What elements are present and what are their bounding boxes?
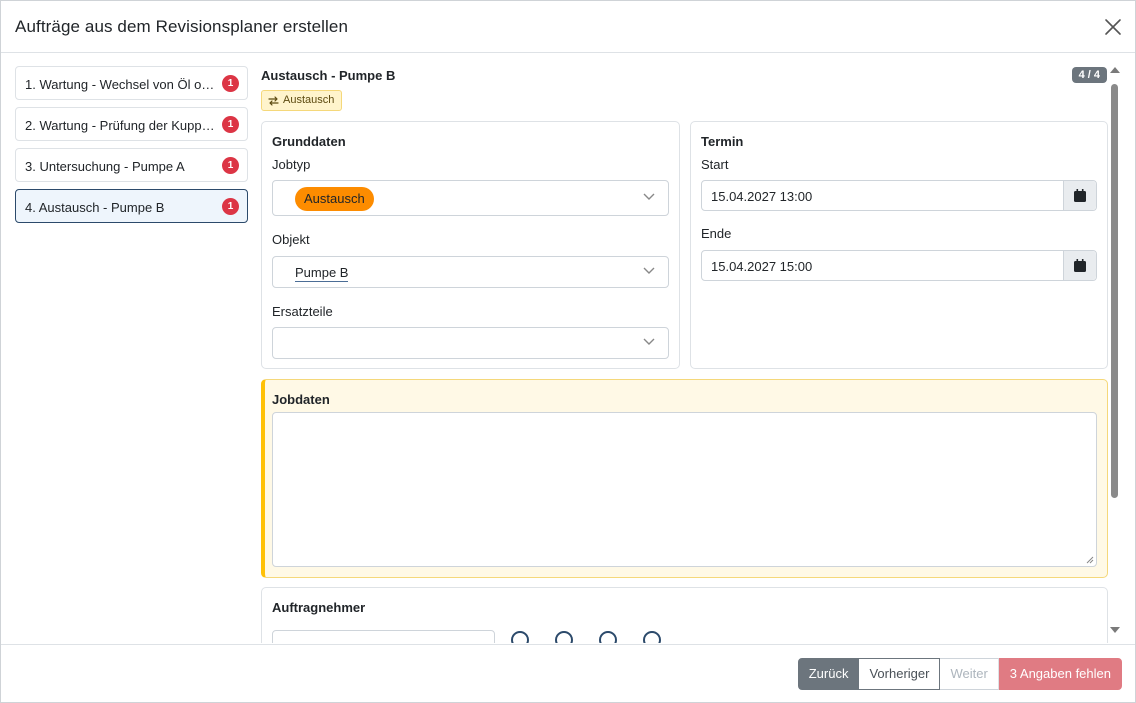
error-count-badge: 1 <box>222 116 239 133</box>
ende-date-input[interactable]: 15.04.2027 15:00 <box>701 250 1097 281</box>
jobtyp-label: Jobtyp <box>272 157 311 172</box>
modal-footer: Zurück Vorheriger Weiter 3 Angaben fehle… <box>1 644 1135 703</box>
avatar[interactable] <box>599 631 617 643</box>
modal-dialog: Aufträge aus dem Revisionsplaner erstell… <box>0 0 1136 703</box>
missing-fields-button[interactable]: 3 Angaben fehlen <box>998 658 1122 690</box>
job-type-badge-label: Austausch <box>283 94 335 106</box>
avatar[interactable] <box>511 631 529 643</box>
auftragnehmer-input[interactable] <box>272 630 495 643</box>
ende-label: Ende <box>701 226 732 241</box>
error-count-badge: 1 <box>222 198 239 215</box>
modal-header: Aufträge aus dem Revisionsplaner erstell… <box>1 1 1135 53</box>
auftragnehmer-card: Auftragnehmer <box>261 587 1108 643</box>
jobtyp-select[interactable]: Austausch <box>272 180 669 216</box>
avatar[interactable] <box>555 631 573 643</box>
job-detail-panel: Austausch - Pumpe B Austausch 4 / 4 Grun… <box>261 61 1121 643</box>
jobtyp-pill: Austausch <box>295 187 374 211</box>
error-count-badge: 1 <box>222 75 239 92</box>
previous-button[interactable]: Vorheriger <box>859 658 941 690</box>
scrollbar[interactable] <box>1109 67 1121 633</box>
sidebar-item-label: 1. Wartung - Wechsel von Öl oder <box>25 77 217 92</box>
swap-arrows-icon <box>268 95 279 106</box>
jobdaten-card: Jobdaten <box>261 379 1108 578</box>
error-count-badge: 1 <box>222 157 239 174</box>
start-date-value: 15.04.2027 13:00 <box>711 189 813 204</box>
job-list-sidebar: 1. Wartung - Wechsel von Öl oder 1 2. Wa… <box>15 66 248 230</box>
scrollbar-thumb[interactable] <box>1111 84 1118 498</box>
grunddaten-card: Grunddaten Jobtyp Austausch Objekt Pumpe… <box>261 121 680 369</box>
back-button[interactable]: Zurück <box>797 658 860 690</box>
termin-card: Termin Start 15.04.2027 13:00 Ende 15.04… <box>690 121 1108 369</box>
avatar[interactable] <box>643 631 661 643</box>
start-calendar-button[interactable] <box>1063 181 1096 210</box>
ende-date-value: 15.04.2027 15:00 <box>711 259 813 274</box>
sidebar-item-label: 2. Wartung - Prüfung der Kupplung <box>25 118 217 133</box>
chevron-down-icon <box>643 193 655 200</box>
sidebar-item-1[interactable]: 1. Wartung - Wechsel von Öl oder 1 <box>15 66 248 100</box>
calendar-icon <box>1074 259 1086 272</box>
calendar-icon <box>1074 189 1086 202</box>
scroll-down-arrow-icon[interactable] <box>1110 627 1120 633</box>
sidebar-item-4[interactable]: 4. Austausch - Pumpe B 1 <box>15 189 248 223</box>
resize-grip-icon[interactable] <box>1086 556 1094 564</box>
job-title: Austausch - Pumpe B <box>261 68 396 83</box>
next-button[interactable]: Weiter <box>940 658 999 690</box>
sidebar-item-label: 4. Austausch - Pumpe B <box>25 200 165 215</box>
auftragnehmer-title: Auftragnehmer <box>272 600 366 615</box>
chevron-down-icon <box>643 267 655 274</box>
grunddaten-title: Grunddaten <box>272 134 346 149</box>
sidebar-item-label: 3. Untersuchung - Pumpe A <box>25 159 185 174</box>
start-label: Start <box>701 157 729 172</box>
sidebar-item-3[interactable]: 3. Untersuchung - Pumpe A 1 <box>15 148 248 182</box>
page-counter: 4 / 4 <box>1071 67 1107 83</box>
termin-title: Termin <box>701 134 744 149</box>
close-button[interactable] <box>1103 17 1123 37</box>
ersatzteile-label: Ersatzteile <box>272 304 333 319</box>
jobdaten-textarea[interactable] <box>272 412 1097 567</box>
modal-title: Aufträge aus dem Revisionsplaner erstell… <box>15 17 349 36</box>
footer-button-group: Zurück Vorheriger Weiter 3 Angaben fehle… <box>797 658 1122 690</box>
start-date-input[interactable]: 15.04.2027 13:00 <box>701 180 1097 211</box>
jobdaten-title: Jobdaten <box>272 392 330 407</box>
chevron-down-icon <box>643 338 655 345</box>
objekt-select[interactable]: Pumpe B <box>272 256 669 288</box>
scroll-up-arrow-icon[interactable] <box>1110 67 1120 73</box>
sidebar-item-2[interactable]: 2. Wartung - Prüfung der Kupplung 1 <box>15 107 248 141</box>
job-type-badge: Austausch <box>261 90 343 111</box>
objekt-value: Pumpe B <box>295 265 349 282</box>
ersatzteile-select[interactable] <box>272 327 669 359</box>
objekt-label: Objekt <box>272 232 310 247</box>
ende-calendar-button[interactable] <box>1063 251 1096 280</box>
close-icon <box>1105 19 1121 35</box>
